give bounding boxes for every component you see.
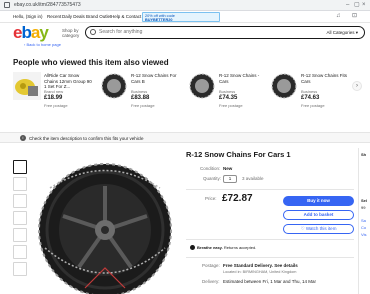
- returns-icon: [190, 245, 195, 250]
- divider: [186, 189, 354, 190]
- rec-item-price: £18.99: [44, 95, 63, 101]
- condition-value: New: [223, 166, 233, 171]
- thumbnail-2[interactable]: [13, 177, 27, 191]
- product-price: £72.87: [222, 193, 253, 204]
- lock-icon: [4, 2, 10, 8]
- thumbnail-1[interactable]: [13, 160, 27, 174]
- thumbnail-6[interactable]: [13, 245, 27, 259]
- divider: [186, 257, 354, 258]
- recommendations-title: People who viewed this item also viewed: [13, 58, 169, 67]
- add-to-basket-button[interactable]: Add to basket: [283, 210, 354, 220]
- rec-item-3[interactable]: R-12 Snow Chains - Cars Business £74.35 …: [188, 72, 270, 122]
- product-thumbnail: [189, 73, 215, 99]
- nav-link-recent[interactable]: Recent: [47, 13, 61, 20]
- rec-item-2[interactable]: R-12 Snow Chains For Cars B Business £83…: [100, 72, 182, 122]
- info-icon: i: [20, 135, 26, 141]
- browser-address-bar: ebay.co.uk/itm/284773575473 – ▢ ×: [0, 0, 370, 11]
- rec-item-condition: Brand new: [44, 89, 64, 94]
- search-bar[interactable]: Search for anything All Categories ▾: [85, 26, 365, 39]
- thumbnail-7[interactable]: [13, 262, 27, 276]
- price-label: Price:: [205, 196, 217, 201]
- delivery-label: Delivery:: [202, 279, 220, 284]
- nav-link-help-contact[interactable]: Help & Contact: [111, 13, 141, 20]
- sidebar-line: Sh: [361, 152, 367, 157]
- fitment-check-bar: i Check the item description to confirm …: [0, 132, 370, 143]
- rec-item-postage: Free postage: [219, 103, 243, 108]
- sign-in-link[interactable]: Hello, (Sign in): [13, 13, 43, 20]
- divider: [186, 239, 354, 240]
- seller-sidebar: Sh Sel 99 Sa Co Vis: [358, 148, 370, 294]
- rec-item-title: R-12 Snow Chains Fits Cars: [301, 73, 348, 84]
- sidebar-line: Sel: [361, 198, 368, 203]
- quantity-input[interactable]: 1: [223, 175, 237, 183]
- notification-bell-icon[interactable]: ♫: [336, 13, 341, 20]
- rec-item-title: R-12 Snow Chains - Cars: [219, 73, 260, 84]
- rec-item-1[interactable]: AllRide Car Snow Chains 12mm Group 90 1 …: [13, 72, 95, 122]
- rec-item-postage: Free postage: [301, 103, 325, 108]
- carousel-next-button[interactable]: ›: [352, 81, 362, 91]
- promo-line2: BUYBETTER20: [145, 17, 173, 22]
- basket-icon[interactable]: ⊡: [352, 13, 357, 20]
- condition-label: Condition:: [200, 166, 221, 171]
- product-thumbnail: [13, 72, 41, 100]
- sidebar-line: 99: [361, 205, 366, 210]
- returns-note: Breathe easy. Returns accepted.: [190, 245, 256, 251]
- product-thumbnail: [271, 73, 297, 99]
- promo-banner[interactable]: 20% off with code BUYBETTER20: [142, 12, 220, 22]
- rec-item-title: AllRide Car Snow Chains 12mm Group 90 1 …: [44, 73, 92, 89]
- product-thumbnail: [101, 73, 127, 99]
- item-location: Located in: BIRMINGHAM, United Kingdom: [223, 270, 297, 274]
- search-category-select[interactable]: All Categories ▾: [326, 29, 358, 36]
- rec-item-postage: Free postage: [131, 103, 155, 108]
- search-icon: [90, 29, 96, 35]
- rec-item-condition: Business: [219, 89, 236, 94]
- address-url[interactable]: ebay.co.uk/itm/284773575473: [14, 1, 81, 10]
- rec-item-price: £74.63: [301, 95, 320, 101]
- back-to-home-link[interactable]: ‹ Back to home page: [24, 42, 61, 47]
- rec-item-postage: Free postage: [44, 103, 68, 108]
- thumbnail-4[interactable]: [13, 211, 27, 225]
- sidebar-line[interactable]: Vis: [361, 232, 366, 237]
- thumbnail-3[interactable]: [13, 194, 27, 208]
- delivery-estimate: Estimated between Fri, 1 Mar and Thu, 14…: [223, 279, 316, 284]
- buy-it-now-button[interactable]: Buy it now: [283, 196, 354, 206]
- nav-link-daily-deals[interactable]: Daily Deals: [62, 13, 85, 20]
- postage-label: Postage:: [202, 263, 220, 268]
- rec-item-title: R-12 Snow Chains For Cars B: [131, 73, 177, 84]
- minimize-icon[interactable]: –: [346, 1, 349, 10]
- sidebar-line[interactable]: Sa: [361, 218, 366, 223]
- main-product-image[interactable]: [30, 148, 180, 294]
- thumbnail-5[interactable]: [13, 228, 27, 242]
- rec-item-4[interactable]: R-12 Snow Chains Fits Cars Business £74.…: [270, 72, 352, 122]
- rec-item-price: £74.35: [219, 95, 238, 101]
- shop-by-category-button[interactable]: Shop by category: [62, 28, 84, 38]
- rec-item-condition: Business: [301, 89, 318, 94]
- close-icon[interactable]: ×: [362, 1, 366, 10]
- rec-item-price: £83.88: [131, 95, 150, 101]
- search-input[interactable]: Search for anything: [99, 29, 142, 36]
- watch-item-button[interactable]: ♡ Watch this item: [283, 224, 354, 234]
- maximize-icon[interactable]: ▢: [354, 1, 360, 10]
- quantity-label: Quantity:: [203, 176, 222, 181]
- global-nav: Hello, (Sign in) Recent Daily Deals Bran…: [0, 11, 370, 23]
- nav-link-brand-outlet[interactable]: Brand Outlet: [86, 13, 111, 20]
- ebay-logo[interactable]: ebay: [13, 24, 49, 42]
- fitment-check-text: Check the item description to confirm th…: [29, 136, 144, 141]
- available-count: 3 available: [242, 176, 264, 181]
- sidebar-line[interactable]: Co: [361, 225, 366, 230]
- product-title: R-12 Snow Chains For Cars 1: [186, 150, 291, 159]
- rec-item-condition: Business: [131, 89, 148, 94]
